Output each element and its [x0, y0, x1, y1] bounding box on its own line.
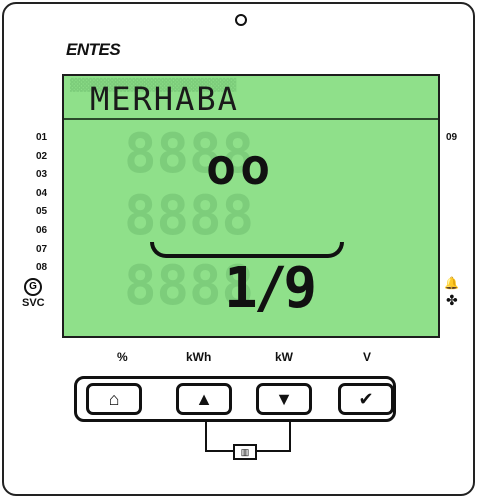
step-label: 01: [36, 132, 48, 143]
check-button[interactable]: ✔: [338, 383, 394, 415]
brand-logo: ENTES: [66, 40, 121, 59]
key-label-v: V: [363, 350, 372, 364]
check-icon: ✔: [358, 388, 374, 409]
lcd-top-value: oo: [206, 138, 275, 196]
generator-icon: G: [24, 278, 42, 296]
lcd-separator: [64, 118, 438, 120]
step-label: 03: [36, 169, 48, 181]
step-labels: 01 02 03 04 05 06 07 08: [36, 132, 47, 281]
key-label-percent: %: [117, 350, 128, 364]
lcd-display: ▓▓▓▓▓▓▓▓▓▓▓▓▓▓▓▓▓▓▓▓▓▓▓ 8888 8888 8888 M…: [62, 74, 440, 338]
step-label: 05: [36, 206, 48, 218]
step-label: 07: [36, 243, 48, 255]
svc-label: SVC: [22, 297, 45, 309]
home-icon: ⌂: [108, 388, 120, 409]
step-label: 04: [36, 187, 48, 199]
up-button[interactable]: ▲: [176, 383, 232, 415]
down-arrow-icon: ▼: [275, 388, 293, 409]
step-label: 08: [36, 262, 48, 274]
lcd-bottom-value: 1/9: [224, 256, 317, 321]
step-label: 06: [36, 224, 48, 236]
lcd-message: MERHABA: [90, 80, 239, 118]
step-label: 02: [36, 150, 48, 162]
up-arrow-icon: ▲: [195, 388, 213, 409]
step-label-right: 09: [446, 132, 458, 143]
book-icon: ▥: [233, 444, 257, 460]
fan-icon: ✤: [446, 292, 458, 308]
home-button[interactable]: ⌂: [86, 383, 142, 415]
key-label-kw: kW: [275, 350, 293, 364]
alarm-bell-icon: 🔔: [444, 276, 459, 290]
down-button[interactable]: ▼: [256, 383, 312, 415]
mounting-hole: [235, 14, 247, 26]
key-label-kwh: kWh: [186, 350, 212, 364]
